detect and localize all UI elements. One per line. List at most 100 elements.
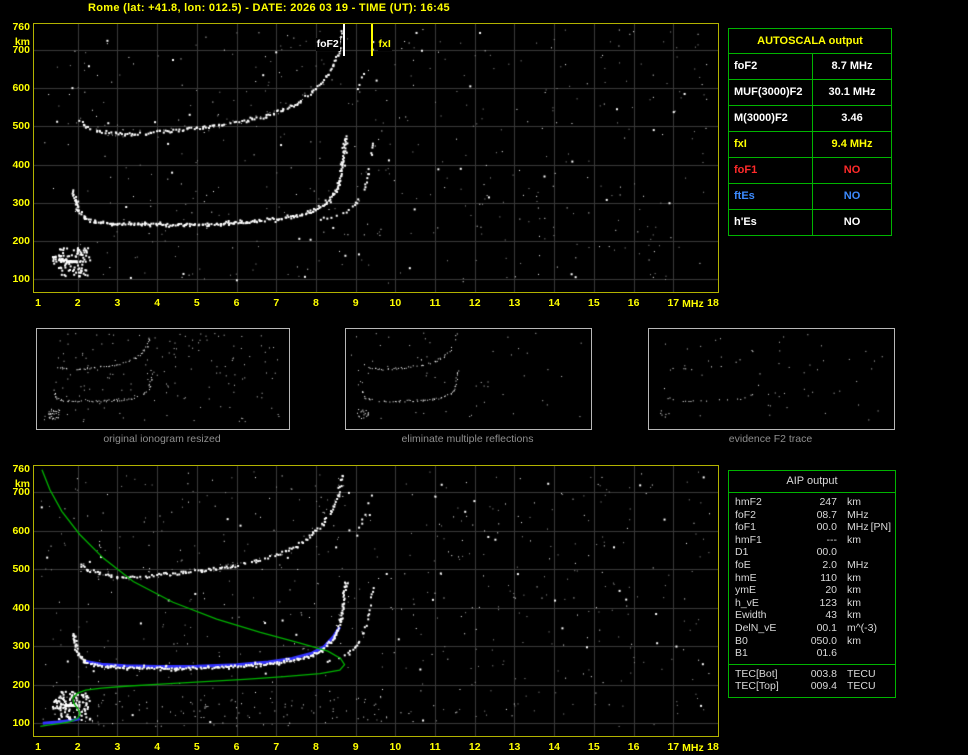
aip-tec-row-1: TEC[Top] 009.4 TECU bbox=[729, 680, 895, 693]
aip-param-unit: km bbox=[847, 571, 861, 584]
autoscala-param-label: MUF(3000)F2 bbox=[729, 80, 813, 105]
bottom-plot-xtick-13: 13 bbox=[508, 741, 521, 753]
ionogram-bottom-canvas bbox=[34, 466, 718, 736]
aip-param-name: foE bbox=[735, 558, 751, 571]
autoscala-param-label: foF1 bbox=[729, 158, 813, 183]
aip-param-value: 20 bbox=[825, 584, 837, 597]
bottom-plot-xtick-10: 10 bbox=[389, 741, 402, 753]
aip-param-name: hmE bbox=[735, 571, 757, 584]
caption-evidence-f2: evidence F2 trace bbox=[728, 433, 813, 445]
bottom-plot-xtick-2: 2 bbox=[74, 741, 81, 753]
top-plot-ytick-760: 760 bbox=[12, 21, 30, 33]
aip-param-unit: MHz bbox=[847, 508, 869, 521]
autoscala-param-value: 9.4 MHz bbox=[831, 138, 873, 150]
aip-param-value: 009.4 bbox=[810, 680, 837, 693]
aip-row-0: hmF2 247 km bbox=[729, 496, 895, 509]
aip-param-name: foF2 bbox=[735, 508, 757, 521]
top-plot-xtick-13: 13 bbox=[508, 297, 521, 309]
aip-rows: hmF2 247 km foF2 08.7 MHz foF1 00.0 MHz [PN] hmF1-… bbox=[729, 493, 895, 664]
aip-param-name: Ewidth bbox=[735, 609, 767, 622]
aip-row-3: hmF1 --- km bbox=[729, 534, 895, 547]
top-plot-xtick-15: 15 bbox=[588, 297, 600, 309]
bottom-plot-xtick-12: 12 bbox=[468, 741, 481, 753]
top-plot-xtick-2: 2 bbox=[74, 297, 81, 309]
aip-param-value: 123 bbox=[819, 596, 837, 609]
aip-param-unit bbox=[837, 546, 895, 559]
thumbnail-eliminate-canvas bbox=[346, 329, 591, 429]
bottom-plot-xtick-1: 1 bbox=[35, 741, 41, 753]
fxi-marker-label: fxI bbox=[377, 38, 392, 51]
aip-param-unit: TECU bbox=[847, 667, 876, 680]
bottom-plot-xtick-9: 9 bbox=[352, 741, 359, 753]
aip-param-unit: km bbox=[847, 634, 861, 647]
top-plot-ytick-300: 300 bbox=[12, 196, 30, 209]
aip-table-title: AIP output bbox=[729, 471, 895, 493]
bottom-plot-xtick-18: 18 bbox=[707, 741, 719, 753]
aip-param-extra: [PN] bbox=[870, 521, 891, 534]
aip-param-name: B1 bbox=[735, 647, 748, 660]
autoscala-param-label: h'Es bbox=[729, 210, 813, 235]
bottom-plot-xtick-16: 16 bbox=[627, 741, 640, 753]
aip-output-table: AIP output hmF2 247 km foF2 08.7 MHz foF1 00.0 MH… bbox=[728, 470, 896, 698]
autoscala-param-value: NO bbox=[843, 164, 861, 176]
bottom-plot-ytick-500: 500 bbox=[12, 563, 30, 576]
bottom-plot-ytick-400: 400 bbox=[12, 601, 30, 614]
bottom-plot-ytick-200: 200 bbox=[12, 678, 30, 691]
autoscala-param-value: 8.7 MHz bbox=[831, 60, 873, 72]
autoscala-param-value: 3.46 bbox=[841, 112, 863, 124]
ionogram-top-plot: foF2 fxI bbox=[33, 23, 719, 293]
autoscala-row-2: M(3000)F2 3.46 bbox=[729, 106, 891, 132]
aip-param-unit: MHz bbox=[847, 558, 869, 571]
thumbnail-original-canvas bbox=[37, 329, 289, 429]
bottom-plot-xtick-4: 4 bbox=[154, 741, 161, 753]
top-plot-x-unit: MHz bbox=[682, 298, 704, 310]
aip-param-unit: km bbox=[847, 596, 861, 609]
top-plot-xtick-12: 12 bbox=[468, 297, 481, 309]
aip-param-name: D1 bbox=[735, 546, 749, 559]
top-plot-xtick-8: 8 bbox=[313, 297, 319, 309]
aip-tec-section: TEC[Bot] 003.8 TECU TEC[Top] 009.4 TECU bbox=[729, 663, 895, 697]
autoscala-param-value: NO bbox=[843, 216, 861, 228]
aip-row-4: D1 00.0 bbox=[729, 546, 895, 559]
bottom-plot-xtick-14: 14 bbox=[548, 741, 561, 753]
aip-param-unit: km bbox=[847, 584, 861, 597]
bottom-plot-ytick-300: 300 bbox=[12, 640, 30, 653]
aip-row-1: foF2 08.7 MHz bbox=[729, 509, 895, 522]
autoscala-row-0: foF2 8.7 MHz bbox=[729, 54, 891, 80]
autoscala-row-6: h'Es NO bbox=[729, 210, 891, 235]
aip-param-value: 00.0 bbox=[816, 521, 837, 534]
bottom-plot-xtick-17: 17 bbox=[667, 741, 680, 753]
aip-param-name: foF1 bbox=[735, 521, 757, 534]
top-plot-xtick-3: 3 bbox=[114, 297, 121, 309]
aip-row-11: B0 050.0 km bbox=[729, 635, 895, 648]
aip-param-value: 2.0 bbox=[822, 558, 837, 571]
aip-param-unit: km bbox=[847, 533, 861, 546]
aip-param-name: ymE bbox=[735, 584, 756, 597]
autoscala-param-value: 30.1 MHz bbox=[828, 86, 876, 98]
aip-param-name: hmF1 bbox=[735, 533, 762, 546]
autoscala-app-window: Rome (lat: +41.8, lon: 012.5) - DATE: 20… bbox=[0, 0, 968, 755]
aip-row-6: hmE 110 km bbox=[729, 572, 895, 585]
aip-param-unit: TECU bbox=[847, 680, 876, 693]
aip-param-name: h_vE bbox=[735, 596, 759, 609]
top-plot-xtick-14: 14 bbox=[548, 297, 561, 309]
top-plot-ytick-100: 100 bbox=[12, 273, 30, 286]
fxi-marker-line bbox=[370, 24, 373, 56]
top-plot-xtick-17: 17 bbox=[667, 297, 680, 309]
top-plot-xtick-16: 16 bbox=[627, 297, 640, 309]
ionogram-top-canvas bbox=[34, 24, 718, 292]
aip-param-value: 050.0 bbox=[810, 634, 837, 647]
bottom-plot-ytick-760: 760 bbox=[12, 463, 30, 475]
aip-param-value: 247 bbox=[819, 496, 837, 508]
caption-original-ionogram: original ionogram resized bbox=[103, 433, 221, 445]
autoscala-output-table: AUTOSCALA output foF2 8.7 MHz MUF(3000)F2 30… bbox=[728, 28, 892, 236]
top-plot-xtick-1: 1 bbox=[35, 297, 41, 309]
fof2-marker-line bbox=[342, 24, 345, 56]
aip-row-9: Ewidth 43 km bbox=[729, 609, 895, 622]
autoscala-param-value: NO bbox=[843, 190, 861, 202]
top-plot-xtick-9: 9 bbox=[352, 297, 359, 309]
aip-param-unit: m^(-3) bbox=[847, 621, 878, 634]
bottom-plot-ytick-100: 100 bbox=[12, 717, 30, 730]
aip-row-2: foF1 00.0 MHz [PN] bbox=[729, 521, 895, 534]
thumbnail-eliminate-reflections bbox=[345, 328, 592, 430]
